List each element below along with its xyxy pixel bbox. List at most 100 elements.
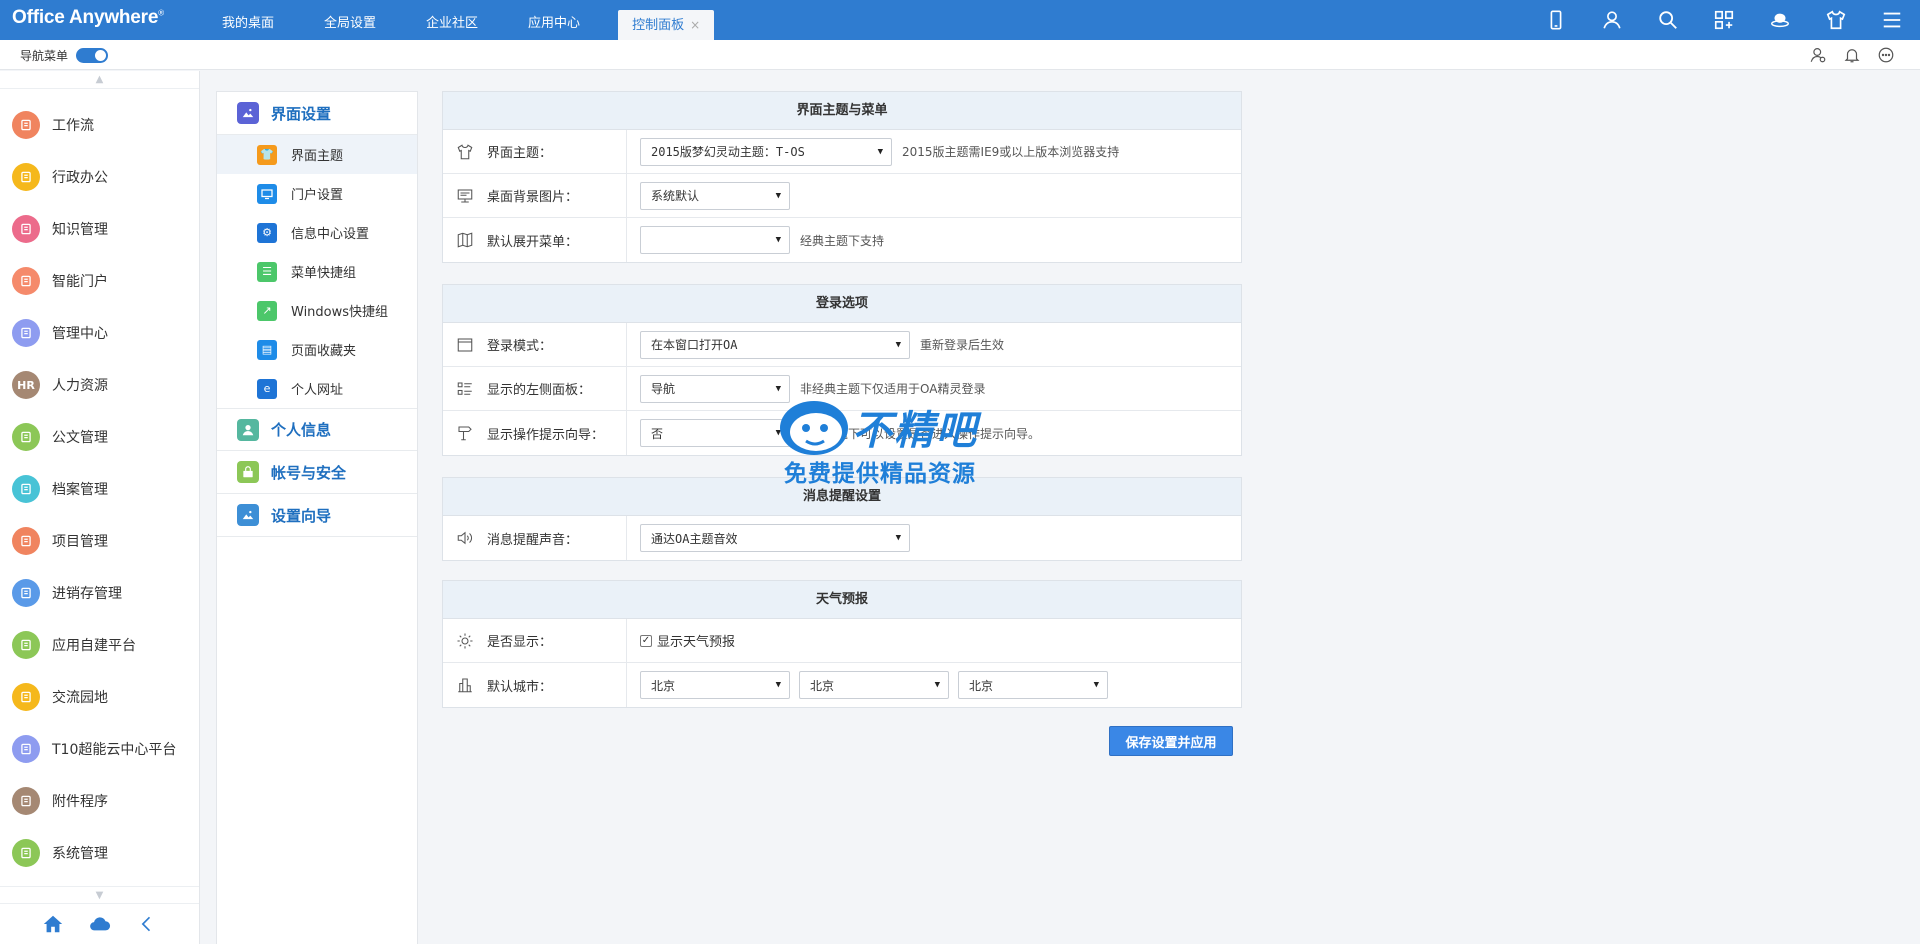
- nav-item-windows-shortcuts[interactable]: ↗ Windows快捷组: [217, 291, 417, 330]
- setting-label-text: 界面主题：: [487, 146, 553, 161]
- setting-row-weather-show: 是否显示： ✓ 显示天气预报: [443, 619, 1241, 663]
- app-logo[interactable]: Office Anywhere®: [12, 7, 164, 29]
- setting-label: 是否显示：: [443, 619, 627, 662]
- chat-icon[interactable]: [1876, 45, 1896, 65]
- tab-enterprise-community[interactable]: 企业社区: [414, 0, 490, 40]
- tab-my-desktop[interactable]: 我的桌面: [210, 0, 286, 40]
- tab-global-settings[interactable]: 全局设置: [312, 0, 388, 40]
- login-mode-select[interactable]: 在本窗口打开OA ▼: [640, 330, 910, 359]
- folder-icon: ▤: [257, 339, 277, 360]
- sidebar-item-label: 交流园地: [52, 690, 108, 706]
- setting-label: 显示操作提示向导：: [443, 411, 627, 455]
- province-select[interactable]: 北京 ▼: [640, 671, 790, 699]
- shirt-icon[interactable]: [1808, 0, 1864, 40]
- sidebar-item[interactable]: 档案管理: [0, 463, 199, 515]
- tab-control-panel[interactable]: 控制面板 ×: [618, 10, 715, 40]
- district-select[interactable]: 北京 ▼: [958, 671, 1108, 699]
- sidebar-item[interactable]: 知识管理: [0, 203, 199, 255]
- chevron-down-icon: ▼: [895, 339, 901, 350]
- manage-icon: [12, 319, 40, 347]
- chevron-left-icon[interactable]: [137, 914, 157, 934]
- save-apply-button[interactable]: 保存设置并应用: [1109, 726, 1233, 756]
- nav-item-menu-shortcuts[interactable]: ☰ 菜单快捷组: [217, 252, 417, 291]
- sub-bar: 导航菜单: [0, 40, 1920, 70]
- nav-menu-toggle[interactable]: [76, 48, 108, 63]
- user-icon[interactable]: [1584, 0, 1640, 40]
- home-icon[interactable]: [42, 913, 64, 935]
- chevron-down-icon: ▼: [775, 190, 781, 201]
- sidebar-item[interactable]: 附件程序: [0, 775, 199, 827]
- guide-select[interactable]: 否 ▼: [640, 419, 790, 447]
- nav-menu-label: 导航菜单: [20, 49, 69, 63]
- tab-close-icon[interactable]: ×: [690, 18, 700, 32]
- stock-icon: [12, 579, 40, 607]
- sidebar-item[interactable]: HR 人力资源: [0, 359, 199, 411]
- watermark-brand: 不精吧: [852, 408, 978, 454]
- sidebar-item[interactable]: T10超能云中心平台: [0, 723, 199, 775]
- nav-item-personal-urls[interactable]: e 个人网址: [217, 369, 417, 408]
- nav-item-label: 菜单快捷组: [291, 266, 357, 281]
- sidebar-item-label: 项目管理: [52, 534, 108, 550]
- paperclip-icon: [12, 787, 40, 815]
- sidebar-item[interactable]: 进销存管理: [0, 567, 199, 619]
- setting-label: 显示的左侧面板：: [443, 367, 627, 410]
- signpost-outline-icon: [453, 423, 477, 443]
- city-select-value: 北京: [810, 678, 835, 693]
- show-weather-label: 显示天气预报: [657, 635, 736, 650]
- gear-icon: ⚙: [257, 222, 277, 243]
- district-select-value: 北京: [969, 678, 994, 693]
- watermark-slogan: 免费提供精品资源: [784, 461, 976, 487]
- nav-item-info-center[interactable]: ⚙ 信息中心设置: [217, 213, 417, 252]
- left-panel-select[interactable]: 导航 ▼: [640, 374, 790, 403]
- cloud-service-icon[interactable]: [1752, 0, 1808, 40]
- arrow-icon: ↗: [257, 300, 277, 321]
- sidebar-item[interactable]: 交流园地: [0, 671, 199, 723]
- sidebar-item[interactable]: 项目管理: [0, 515, 199, 567]
- default-menu-select[interactable]: ▼: [640, 226, 790, 254]
- tab-app-center[interactable]: 应用中心: [516, 0, 592, 40]
- nav-item-theme[interactable]: 👕 界面主题: [217, 135, 417, 174]
- apps-icon[interactable]: [1696, 0, 1752, 40]
- sidebar-item[interactable]: 应用自建平台: [0, 619, 199, 671]
- nav-item-portal[interactable]: 门户设置: [217, 174, 417, 213]
- top-icon-bar: [1528, 0, 1920, 40]
- chevron-down-icon: ▼: [877, 146, 883, 157]
- checkbox-check-icon: ✓: [640, 634, 652, 647]
- desktop-bg-select-value: 系统默认: [651, 189, 700, 203]
- city-select[interactable]: 北京 ▼: [799, 671, 949, 699]
- section-setup-wizard[interactable]: 设置向导: [217, 494, 417, 537]
- setting-value: 2015版梦幻灵动主题：T-OS ▼ 2015版主题需IE9或以上版本浏览器支持: [627, 130, 1241, 173]
- setting-value: 北京 ▼ 北京 ▼ 北京 ▼: [627, 663, 1241, 707]
- setting-label-text: 显示的左侧面板：: [487, 383, 592, 398]
- alert-sound-select[interactable]: 通达OA主题音效 ▼: [640, 524, 910, 552]
- panel-title: 登录选项: [443, 285, 1241, 323]
- sidebar-item-label: T10超能云中心平台: [52, 742, 177, 758]
- mobile-icon[interactable]: [1528, 0, 1584, 40]
- sidebar-item[interactable]: 公文管理: [0, 411, 199, 463]
- city-outline-icon: [453, 675, 477, 695]
- sidebar-scroll-down-icon[interactable]: ▼: [0, 886, 199, 904]
- cloud-icon[interactable]: [88, 913, 112, 935]
- sidebar-scroll-up-icon[interactable]: ▲: [0, 71, 199, 89]
- sidebar-item[interactable]: 工作流: [0, 99, 199, 151]
- section-interface-settings[interactable]: 界面设置: [217, 92, 417, 135]
- section-personal-info[interactable]: 个人信息: [217, 408, 417, 451]
- show-weather-checkbox[interactable]: ✓ 显示天气预报: [640, 631, 735, 650]
- sidebar-item[interactable]: 智能门户: [0, 255, 199, 307]
- nav-item-favorites[interactable]: ▤ 页面收藏夹: [217, 330, 417, 369]
- sidebar-item-label: 智能门户: [52, 274, 108, 290]
- nav-item-label: 页面收藏夹: [291, 344, 357, 359]
- menu-icon[interactable]: [1864, 0, 1920, 40]
- search-icon[interactable]: [1640, 0, 1696, 40]
- theme-select[interactable]: 2015版梦幻灵动主题：T-OS ▼: [640, 137, 892, 166]
- panel-title: 界面主题与菜单: [443, 92, 1241, 130]
- bell-icon[interactable]: [1842, 45, 1862, 65]
- setting-label: 登录模式：: [443, 323, 627, 366]
- desktop-bg-select[interactable]: 系统默认 ▼: [640, 181, 790, 210]
- sidebar-item-label: 附件程序: [52, 794, 108, 810]
- section-account-security[interactable]: 帐号与安全: [217, 451, 417, 494]
- org-user-icon[interactable]: [1808, 45, 1828, 65]
- sidebar-item[interactable]: 管理中心: [0, 307, 199, 359]
- sidebar-item[interactable]: 行政办公: [0, 151, 199, 203]
- sidebar-item[interactable]: 系统管理: [0, 827, 199, 879]
